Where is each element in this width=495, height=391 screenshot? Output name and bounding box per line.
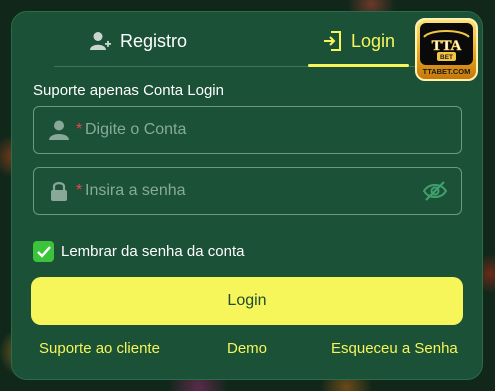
login-button[interactable]: Login [31, 277, 463, 325]
password-input[interactable] [76, 168, 416, 214]
user-icon [49, 120, 69, 140]
eye-off-icon[interactable] [422, 180, 448, 202]
support-link[interactable]: Suporte ao cliente [39, 340, 160, 357]
remember-password-checkbox[interactable]: Lembrar da senha da conta [33, 241, 244, 262]
password-field[interactable]: * Insira a senha [33, 167, 462, 215]
tab-login[interactable]: Login [323, 28, 395, 54]
tab-login-label: Login [351, 30, 396, 51]
tab-registro[interactable]: Registro [90, 28, 187, 54]
account-field[interactable]: * Digite o Conta [33, 106, 462, 154]
tab-registro-label: Registro [120, 30, 188, 51]
remember-label: Lembrar da senha da conta [61, 243, 245, 260]
demo-link[interactable]: Demo [227, 340, 267, 357]
logo-caption: TTABET.COM [422, 67, 471, 76]
login-panel: Registro Login TTA BET TTABET.COM Suport… [11, 11, 483, 380]
logo-emblem: TTA BET [420, 23, 473, 65]
logo-brand-mark: TTA BET [423, 30, 470, 61]
login-door-icon [324, 31, 341, 51]
lock-icon [51, 182, 67, 201]
svg-text:TTA: TTA [432, 38, 462, 54]
forgot-password-link[interactable]: Esqueceu a Senha [331, 340, 458, 357]
checkbox-box[interactable] [33, 241, 54, 262]
support-note: Suporte apenas Conta Login [33, 82, 224, 99]
account-input[interactable] [76, 107, 416, 153]
ttabet-logo: TTA BET TTABET.COM [415, 18, 478, 81]
add-user-icon [90, 32, 111, 50]
active-tab-indicator [308, 64, 409, 67]
svg-text:BET: BET [440, 54, 453, 61]
check-icon [36, 245, 51, 258]
